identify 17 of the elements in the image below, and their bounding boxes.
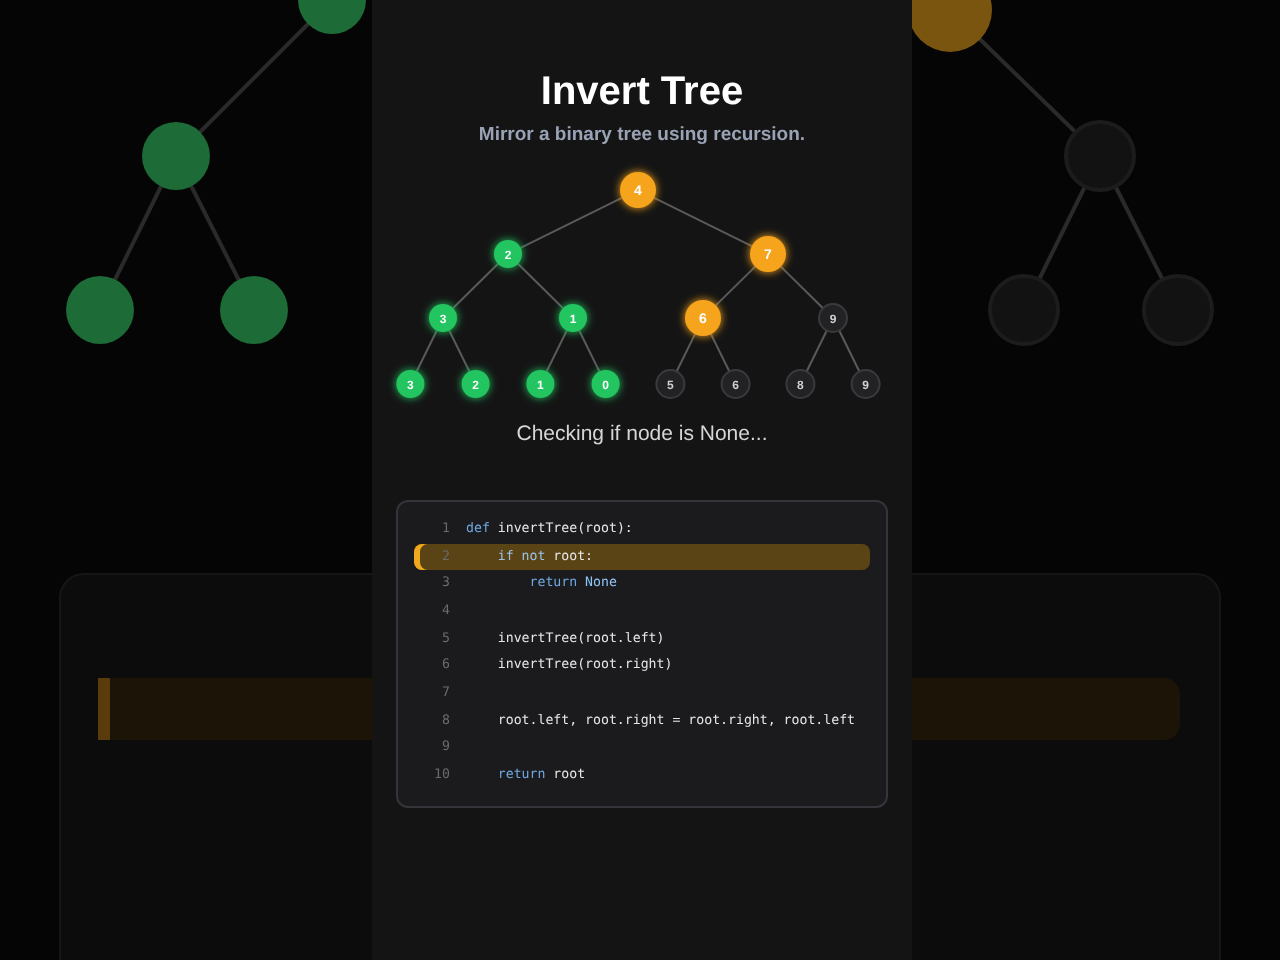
status-text: Checking if node is None...	[514, 420, 770, 448]
tree-edge	[578, 329, 601, 373]
tree-edge	[714, 265, 757, 307]
subtitle: Mirror a binary tree using recursion.	[476, 124, 808, 148]
tree-edge	[779, 265, 824, 310]
tree-edge	[675, 333, 697, 373]
tree-edge	[519, 196, 623, 249]
tree-edge	[805, 329, 828, 373]
tree-edge	[448, 329, 471, 373]
title: Invert Tree	[538, 68, 746, 116]
tree-edge	[709, 333, 731, 373]
tree-edge	[452, 262, 499, 310]
tree-edge	[415, 329, 438, 373]
tree-edge	[653, 196, 753, 248]
tree-edge	[517, 262, 564, 310]
tree-edge	[838, 329, 861, 373]
tree-edge	[545, 329, 568, 373]
